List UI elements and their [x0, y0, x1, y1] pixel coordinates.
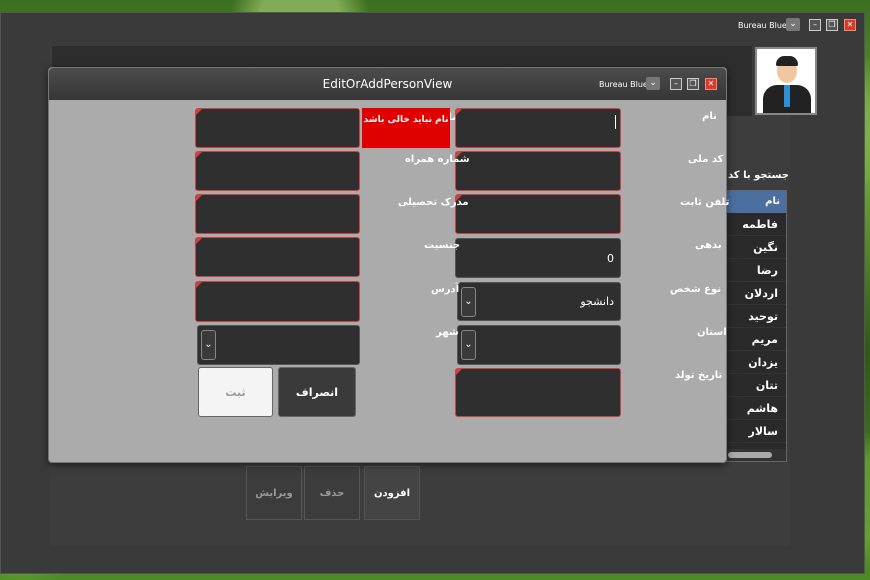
avatar	[755, 47, 817, 115]
landline-field[interactable]	[455, 194, 621, 234]
person-type-combobox[interactable]: ⌄ دانشجو	[457, 282, 621, 321]
list-item[interactable]: سالار	[726, 420, 786, 443]
validation-error-tooltip: نام نباید خالی باشد	[362, 108, 450, 148]
city-combobox[interactable]: ⌄	[197, 325, 360, 365]
avatar-hair	[776, 56, 798, 66]
province-combobox[interactable]: ⌄	[457, 325, 621, 365]
address-label: آدرس	[431, 284, 460, 295]
dialog-theme-label: Bureau Blue	[599, 80, 648, 89]
dialog-close-icon[interactable]: ✕	[705, 78, 717, 90]
person-type-value: دانشجو	[580, 295, 614, 308]
list-header[interactable]: نام	[726, 191, 786, 213]
add-button[interactable]: افزودن	[364, 466, 420, 520]
restore-icon[interactable]: ❐	[826, 19, 838, 31]
dialog-titlebar: EditOrAddPersonView Bureau Blue ⌄ – ❐ ✕	[49, 68, 726, 100]
birth-date-label: تاریخ تولد	[675, 370, 723, 381]
first-name-field[interactable]	[455, 108, 621, 148]
theme-label: Bureau Blue	[738, 21, 787, 30]
province-label: استان	[697, 327, 727, 338]
last-name-label: نام خانوادگی	[450, 112, 456, 126]
list-item[interactable]: توحید	[726, 305, 786, 328]
names-list[interactable]: نام فاطمه نگین رضا اردلان توحید مریم یزد…	[725, 190, 787, 462]
last-name-field[interactable]	[195, 108, 360, 148]
search-label: جستجو با کد	[728, 170, 790, 181]
dialog-theme-dropdown-icon[interactable]: ⌄	[646, 77, 660, 90]
city-label: شهر	[436, 327, 459, 338]
national-code-label: کد ملی	[688, 154, 724, 165]
theme-dropdown-icon[interactable]: ⌄	[786, 18, 800, 31]
close-icon[interactable]: ✕	[844, 19, 856, 31]
dialog-minimize-icon[interactable]: –	[670, 78, 682, 90]
list-item[interactable]: یزدان	[726, 351, 786, 374]
gender-field[interactable]	[195, 237, 360, 277]
last-name-label-text: نام خانوادگی	[450, 112, 456, 123]
debt-value: 0	[607, 251, 614, 265]
chevron-down-icon[interactable]: ⌄	[461, 330, 476, 360]
edit-button[interactable]: ویرایش	[246, 466, 302, 520]
list-item[interactable]: اردلان	[726, 282, 786, 305]
dialog-restore-icon[interactable]: ❐	[687, 78, 699, 90]
education-field[interactable]	[195, 194, 360, 234]
horizontal-scrollbar[interactable]	[726, 449, 786, 461]
first-name-label: نام	[702, 111, 717, 122]
birth-date-field[interactable]	[455, 368, 621, 417]
gender-label: جنسیت	[424, 240, 461, 251]
text-caret	[615, 115, 616, 129]
minimize-icon[interactable]: –	[809, 19, 821, 31]
main-titlebar: Bureau Blue ⌄ – ❐ ✕	[1, 13, 864, 39]
avatar-tie	[784, 85, 790, 107]
person-type-label: نوع شخص	[670, 284, 722, 295]
chevron-down-icon[interactable]: ⌄	[201, 330, 216, 360]
national-code-field[interactable]	[455, 151, 621, 191]
education-label: مدرک تحصیلی	[398, 197, 469, 208]
list-item[interactable]: هاشم	[726, 397, 786, 420]
list-item[interactable]: تتان	[726, 374, 786, 397]
save-button[interactable]: ثبت	[198, 367, 273, 417]
mobile-field[interactable]	[195, 151, 360, 191]
debt-label: بدهی	[695, 240, 722, 251]
scrollbar-thumb[interactable]	[728, 452, 772, 458]
cancel-button[interactable]: انصراف	[278, 367, 356, 417]
list-item[interactable]: نگین	[726, 236, 786, 259]
debt-field[interactable]: 0	[455, 238, 621, 278]
delete-button[interactable]: حذف	[304, 466, 360, 520]
mobile-label: شماره همراه	[405, 154, 470, 165]
landline-label: تلفن ثابت	[680, 197, 730, 208]
list-item[interactable]: رضا	[726, 259, 786, 282]
chevron-down-icon[interactable]: ⌄	[461, 287, 476, 317]
list-item[interactable]: فاطمه	[726, 213, 786, 236]
address-field[interactable]	[195, 281, 360, 322]
list-item[interactable]: مریم	[726, 328, 786, 351]
